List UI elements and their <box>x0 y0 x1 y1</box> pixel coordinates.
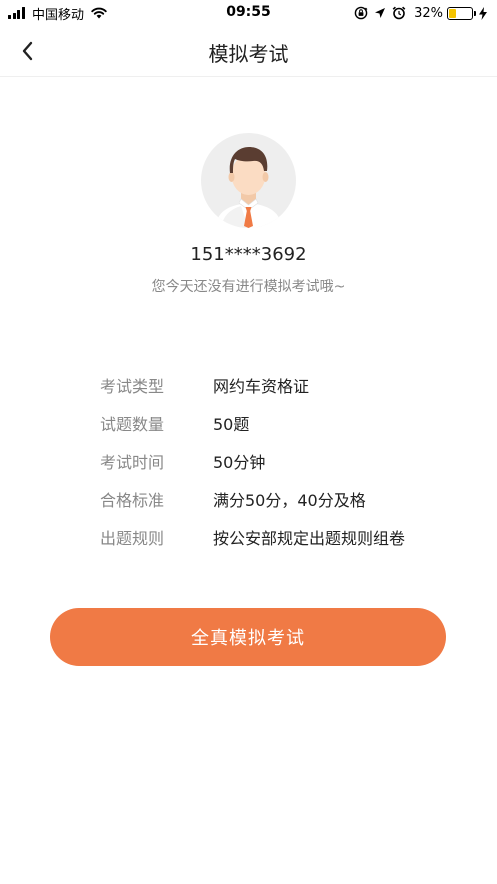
status-right: 32% <box>348 4 487 22</box>
info-label: 试题数量 <box>100 415 165 434</box>
status-bar: 中国移动 09:55 32% <box>0 0 497 26</box>
screen-lock-icon <box>354 6 368 20</box>
info-label: 考试时间 <box>100 453 165 472</box>
info-row-exam-type: 考试类型 网约车资格证 <box>100 366 405 404</box>
info-value: 满分50分，40分及格 <box>213 491 366 510</box>
location-icon <box>375 8 386 18</box>
info-row-pass-standard: 合格标准 满分50分，40分及格 <box>100 480 405 518</box>
user-avatar-icon <box>215 147 282 228</box>
info-label: 出题规则 <box>100 529 165 548</box>
exam-info-list: 考试类型 网约车资格证 试题数量 50题 考试时间 50分钟 合格标准 满分50… <box>100 366 405 556</box>
info-value: 网约车资格证 <box>213 377 310 396</box>
navigation-bar: 模拟考试 <box>0 26 497 77</box>
info-row-question-count: 试题数量 50题 <box>100 404 405 442</box>
info-value: 50分钟 <box>213 453 266 472</box>
charging-icon <box>479 6 487 20</box>
battery-icon <box>447 6 476 20</box>
page-title: 模拟考试 <box>208 42 289 66</box>
info-label: 合格标准 <box>100 491 165 510</box>
user-phone: 151****3692 <box>190 244 307 265</box>
info-label: 考试类型 <box>100 377 165 396</box>
info-row-exam-duration: 考试时间 50分钟 <box>100 442 405 480</box>
info-row-question-rules: 出题规则 按公安部规定出题规则组卷 <box>100 518 405 556</box>
info-value: 50题 <box>213 415 250 434</box>
avatar <box>201 133 296 228</box>
start-mock-exam-button[interactable]: 全真模拟考试 <box>50 608 446 666</box>
alarm-icon <box>392 6 406 20</box>
info-value: 按公安部规定出题规则组卷 <box>213 529 406 548</box>
exam-status-message: 您今天还没有进行模拟考试哦~ <box>151 279 346 295</box>
battery-percent: 32% <box>414 5 443 21</box>
